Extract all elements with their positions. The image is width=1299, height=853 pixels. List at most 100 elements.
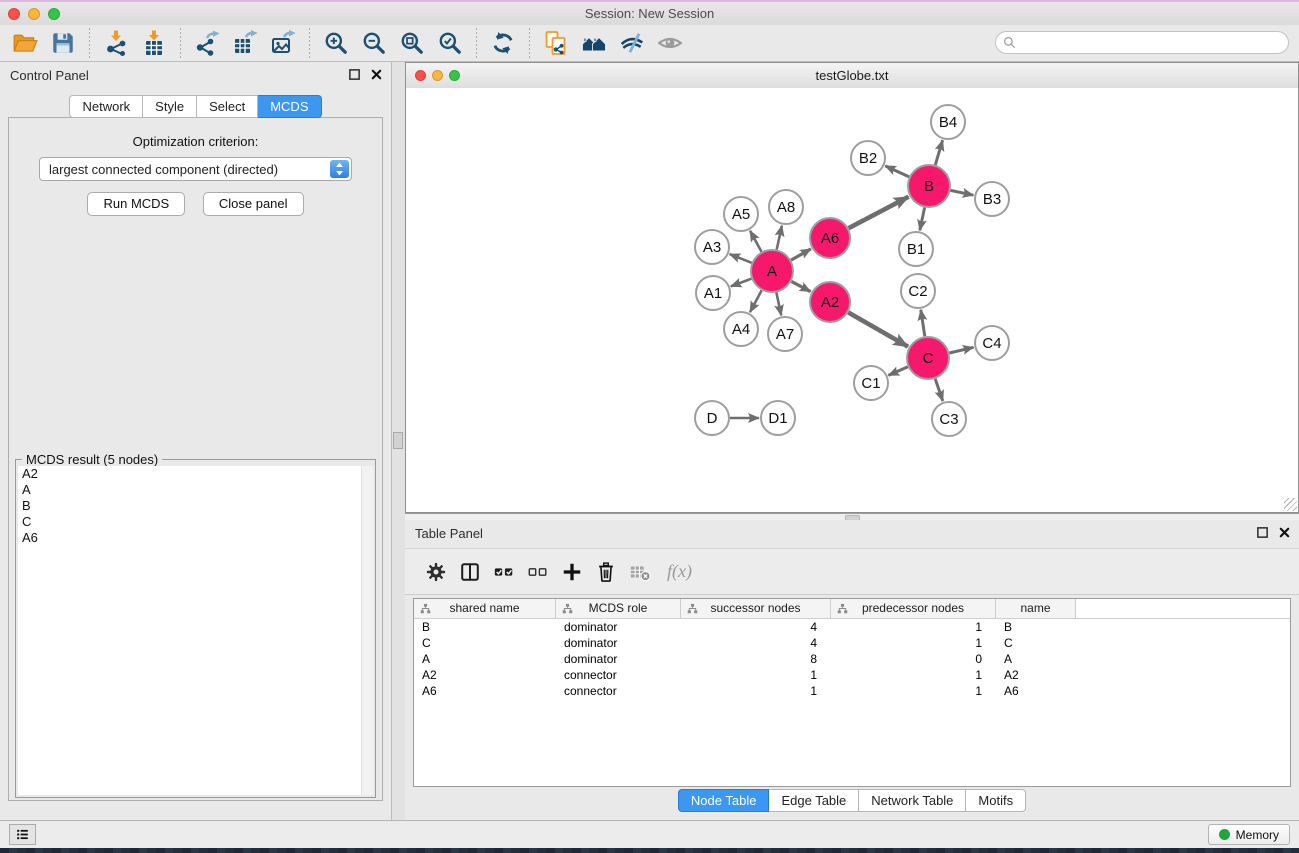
- search-input[interactable]: [1020, 33, 1280, 54]
- memory-button[interactable]: Memory: [1208, 824, 1290, 845]
- edge-C-C3[interactable]: [935, 379, 943, 401]
- graph-node-B4[interactable]: B4: [931, 105, 965, 139]
- export-table-button[interactable]: [228, 27, 262, 59]
- first-neighbors-button[interactable]: [577, 27, 611, 59]
- run-mcds-button[interactable]: Run MCDS: [87, 192, 185, 216]
- show-columns-button[interactable]: [454, 556, 486, 588]
- mcds-result-item[interactable]: B: [18, 498, 373, 514]
- edge-A6-B[interactable]: [849, 197, 909, 229]
- function-builder-button[interactable]: f(x): [667, 561, 692, 582]
- edge-C-C1[interactable]: [888, 367, 908, 376]
- graph-node-B[interactable]: B: [908, 165, 950, 207]
- table-row[interactable]: A6connector11A6: [414, 683, 1290, 699]
- tab-mcds[interactable]: MCDS: [258, 95, 321, 118]
- table-row[interactable]: Bdominator41B: [414, 619, 1290, 635]
- column-header-predecessor-nodes[interactable]: predecessor nodes: [831, 599, 996, 618]
- edge-A-A5[interactable]: [750, 231, 761, 252]
- splitter-handle[interactable]: [393, 432, 403, 449]
- edge-A-A1[interactable]: [731, 279, 752, 287]
- edge-C-C2[interactable]: [921, 310, 925, 336]
- graph-node-A2[interactable]: A2: [810, 282, 850, 322]
- import-table-button[interactable]: [137, 27, 171, 59]
- delete-columns-button[interactable]: [590, 556, 622, 588]
- close-panel-button[interactable]: Close panel: [203, 192, 304, 216]
- select-stepper[interactable]: [330, 160, 349, 178]
- search-box[interactable]: [995, 31, 1289, 54]
- graph-node-C3[interactable]: C3: [932, 402, 966, 436]
- tab-edge-table[interactable]: Edge Table: [769, 789, 859, 812]
- delete-table-button[interactable]: [624, 556, 656, 588]
- close-panel-icon[interactable]: [370, 68, 383, 81]
- save-session-button[interactable]: [46, 27, 80, 59]
- column-header-MCDS-role[interactable]: MCDS role: [556, 599, 681, 618]
- float-panel-icon[interactable]: [348, 68, 361, 81]
- zoom-selected-button[interactable]: [433, 27, 467, 59]
- zoom-out-button[interactable]: [357, 27, 391, 59]
- refresh-layout-button[interactable]: [486, 27, 520, 59]
- edge-B-B4[interactable]: [935, 140, 942, 165]
- mcds-result-list[interactable]: A2ABCA6: [18, 466, 373, 795]
- graph-node-A5[interactable]: A5: [724, 197, 758, 231]
- mcds-result-item[interactable]: A2: [18, 466, 373, 482]
- table-row[interactable]: Adominator80A: [414, 651, 1290, 667]
- create-column-button[interactable]: [556, 556, 588, 588]
- open-file-button[interactable]: [8, 27, 42, 59]
- graph-node-A8[interactable]: A8: [769, 190, 803, 224]
- graph-node-A7[interactable]: A7: [768, 317, 802, 351]
- mcds-result-item[interactable]: A6: [18, 530, 373, 546]
- edge-B-B2[interactable]: [885, 166, 909, 177]
- edge-A-A2[interactable]: [791, 281, 810, 291]
- vertical-splitter[interactable]: [392, 62, 405, 820]
- tab-network[interactable]: Network: [69, 95, 143, 118]
- task-history-button[interactable]: [9, 824, 36, 845]
- export-network-button[interactable]: [190, 27, 224, 59]
- tab-select[interactable]: Select: [197, 95, 258, 118]
- network-graph[interactable]: B4B2BB3A8A5A6A3B1AC2A1A2A4A7C4CC1C3DD1: [406, 88, 1298, 512]
- edge-C-C4[interactable]: [949, 347, 973, 353]
- table-settings-button[interactable]: [420, 556, 452, 588]
- tab-style[interactable]: Style: [143, 95, 197, 118]
- edge-B-B3[interactable]: [951, 190, 974, 195]
- network-window-title-bar[interactable]: testGlobe.txt: [406, 63, 1298, 89]
- tab-node-table[interactable]: Node Table: [678, 789, 770, 812]
- zoom-fit-button[interactable]: [395, 27, 429, 59]
- edge-A-A6[interactable]: [791, 249, 811, 260]
- table-row[interactable]: A2connector11A2: [414, 667, 1290, 683]
- float-panel-icon[interactable]: [1256, 526, 1269, 539]
- horizontal-splitter[interactable]: [405, 513, 1299, 520]
- graph-node-D1[interactable]: D1: [761, 401, 795, 435]
- select-all-columns-button[interactable]: [488, 556, 520, 588]
- graph-node-C[interactable]: C: [907, 337, 949, 379]
- tab-network-table[interactable]: Network Table: [859, 789, 966, 812]
- mcds-result-item[interactable]: C: [18, 514, 373, 530]
- graph-node-A1[interactable]: A1: [696, 276, 730, 310]
- graph-node-C1[interactable]: C1: [854, 366, 888, 400]
- edge-A-A3[interactable]: [730, 254, 752, 263]
- window-resize-grip[interactable]: [1284, 498, 1297, 511]
- edge-B-B1[interactable]: [920, 208, 925, 231]
- unselect-all-columns-button[interactable]: [522, 556, 554, 588]
- graph-node-C2[interactable]: C2: [901, 274, 935, 308]
- graph-node-B1[interactable]: B1: [899, 232, 933, 266]
- graph-node-B2[interactable]: B2: [851, 141, 885, 175]
- table-row[interactable]: Cdominator41C: [414, 635, 1290, 651]
- edge-A2-C[interactable]: [848, 312, 908, 346]
- show-graphics-details-button[interactable]: [615, 27, 649, 59]
- column-header-name[interactable]: name: [996, 599, 1076, 618]
- graph-node-A4[interactable]: A4: [724, 312, 758, 346]
- network-canvas[interactable]: B4B2BB3A8A5A6A3B1AC2A1A2A4A7C4CC1C3DD1: [406, 88, 1298, 512]
- tab-motifs[interactable]: Motifs: [966, 789, 1026, 812]
- close-panel-icon[interactable]: [1278, 526, 1291, 539]
- graph-node-D[interactable]: D: [695, 401, 729, 435]
- graph-node-A6[interactable]: A6: [810, 218, 850, 258]
- import-network-button[interactable]: [99, 27, 133, 59]
- edge-A-A4[interactable]: [750, 290, 762, 312]
- column-header-shared-name[interactable]: shared name: [414, 599, 556, 618]
- zoom-in-button[interactable]: [319, 27, 353, 59]
- graph-node-A3[interactable]: A3: [695, 230, 729, 264]
- clone-network-button[interactable]: [539, 27, 573, 59]
- scrollbar-track[interactable]: [361, 466, 373, 795]
- edge-A-A7[interactable]: [776, 293, 781, 316]
- graph-node-B3[interactable]: B3: [975, 182, 1009, 216]
- edge-A-A8[interactable]: [777, 226, 782, 250]
